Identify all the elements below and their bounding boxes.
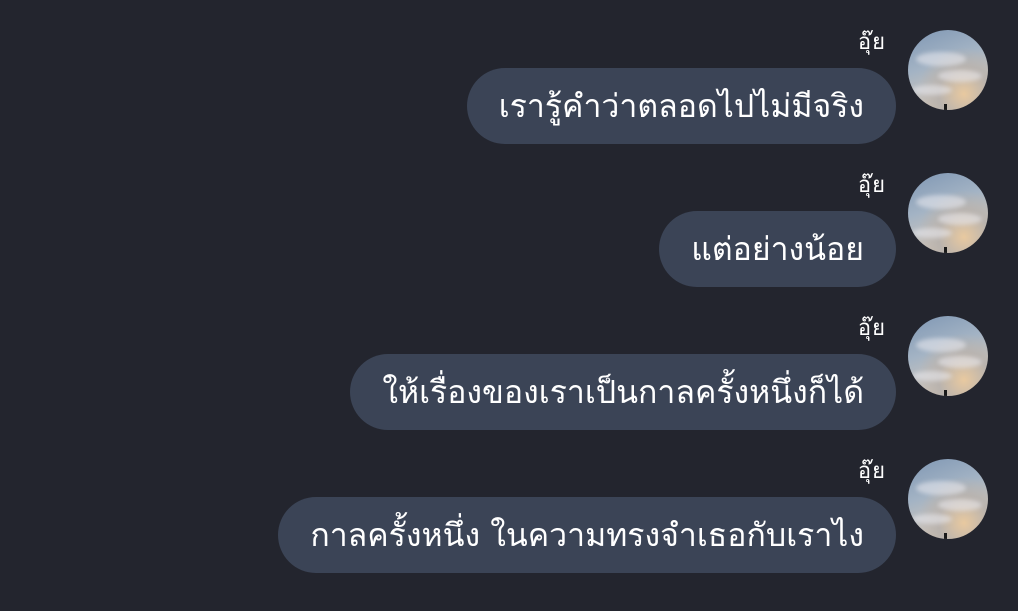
avatar[interactable] (908, 316, 988, 396)
message-bubble[interactable]: เรารู้คำว่าตลอดไปไม่มีจริง (466, 68, 896, 144)
sender-name: อุ๊ย (857, 173, 886, 198)
sender-name: อุ๊ย (857, 459, 886, 484)
chat-thread: อุ๊ย เรารู้คำว่าตลอดไปไม่มีจริง อุ๊ย แต่… (0, 0, 1018, 611)
message-row: อุ๊ย ให้เรื่องของเราเป็นกาลครั้งหนึ่งก็ไ… (0, 316, 1018, 456)
avatar[interactable] (908, 459, 988, 539)
avatar[interactable] (908, 173, 988, 253)
message-row: อุ๊ย เรารู้คำว่าตลอดไปไม่มีจริง (0, 30, 1018, 170)
avatar[interactable] (908, 30, 988, 110)
message-row: อุ๊ย กาลครั้งหนึ่ง ในความทรงจำเธอกับเราไ… (0, 459, 1018, 599)
message-bubble[interactable]: แต่อย่างน้อย (659, 211, 896, 287)
message-row: อุ๊ย แต่อย่างน้อย (0, 173, 1018, 313)
message-bubble[interactable]: ให้เรื่องของเราเป็นกาลครั้งหนึ่งก็ได้ (350, 354, 896, 430)
sender-name: อุ๊ย (857, 30, 886, 55)
message-bubble[interactable]: กาลครั้งหนึ่ง ในความทรงจำเธอกับเราไง (278, 497, 896, 573)
sender-name: อุ๊ย (857, 316, 886, 341)
